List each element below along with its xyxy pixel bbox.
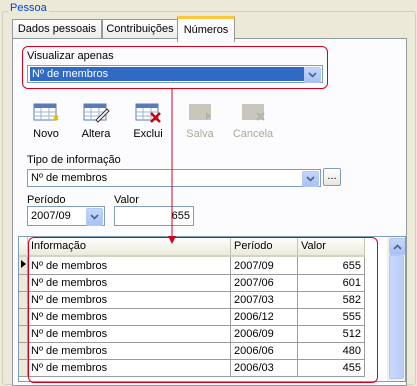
column-header-periodo[interactable]: Período <box>230 237 298 257</box>
tab-contribuicoes[interactable]: Contribuições <box>102 19 178 39</box>
tab-numeros[interactable]: Números <box>177 16 235 42</box>
view-filter-value: Nº de membros <box>30 67 304 81</box>
grid-scrollbar[interactable] <box>387 237 405 381</box>
cell-informacao[interactable]: Nº de membros <box>27 291 231 309</box>
edit-button[interactable]: Altera <box>76 102 116 140</box>
data-grid: Informação Período Valor Nº de membros 20… <box>18 236 406 382</box>
cell-informacao[interactable]: Nº de membros <box>27 256 231 275</box>
scroll-thumb[interactable] <box>389 255 404 379</box>
row-header[interactable] <box>19 274 28 292</box>
table-row[interactable]: Nº de membros 2007/03 582 <box>19 291 365 309</box>
cell-periodo[interactable]: 2006/09 <box>230 325 298 343</box>
view-filter-label: Visualizar apenas <box>27 50 114 62</box>
value-input[interactable]: 655 <box>114 206 194 226</box>
period-value: 2007/09 <box>31 210 71 222</box>
cancel-button[interactable]: Cancela <box>231 102 275 140</box>
highlight-connector-arrow <box>168 88 176 244</box>
group-title: Pessoa <box>8 2 49 14</box>
save-icon <box>186 102 214 124</box>
current-row-arrow-icon <box>21 260 26 268</box>
info-type-browse-button[interactable]: ... <box>323 168 341 186</box>
table-row[interactable]: Nº de membros 2007/06 601 <box>19 274 365 292</box>
cell-periodo[interactable]: 2006/12 <box>230 308 298 326</box>
edit-record-icon <box>82 102 110 124</box>
column-header-valor[interactable]: Valor <box>297 237 365 257</box>
cell-valor[interactable]: 555 <box>297 308 365 326</box>
cell-informacao[interactable]: Nº de membros <box>27 342 231 360</box>
new-button-label: Novo <box>33 128 59 140</box>
chevron-down-icon[interactable] <box>304 67 321 83</box>
cell-periodo[interactable]: 2006/06 <box>230 342 298 360</box>
table-row[interactable]: Nº de membros 2006/09 512 <box>19 325 365 343</box>
new-button[interactable]: Novo <box>26 102 66 140</box>
period-select[interactable]: 2007/09 <box>27 206 105 226</box>
row-header[interactable] <box>19 359 28 377</box>
cancel-icon <box>239 102 267 124</box>
chevron-down-icon[interactable] <box>86 208 103 226</box>
new-record-icon <box>32 102 60 124</box>
cancel-button-label: Cancela <box>232 128 274 140</box>
chevron-down-icon[interactable] <box>302 171 319 187</box>
cell-informacao[interactable]: Nº de membros <box>27 325 231 343</box>
table-row[interactable]: Nº de membros 2006/03 455 <box>19 359 365 377</box>
delete-button[interactable]: Exclui <box>128 102 168 140</box>
table-row[interactable]: Nº de membros 2006/12 555 <box>19 308 365 326</box>
cell-periodo[interactable]: 2007/03 <box>230 291 298 309</box>
save-button[interactable]: Salva <box>180 102 220 140</box>
cell-informacao[interactable]: Nº de membros <box>27 274 231 292</box>
row-header[interactable] <box>19 291 28 309</box>
delete-record-icon <box>134 102 162 124</box>
scroll-up-icon[interactable] <box>389 238 405 255</box>
cell-valor[interactable]: 480 <box>297 342 365 360</box>
delete-button-label: Exclui <box>133 128 163 140</box>
save-button-label: Salva <box>186 128 214 140</box>
column-header-informacao[interactable]: Informação <box>27 237 231 257</box>
edit-button-label: Altera <box>81 128 111 140</box>
table-row[interactable]: Nº de membros 2007/09 655 <box>19 256 365 275</box>
cell-informacao[interactable]: Nº de membros <box>27 308 231 326</box>
info-type-label: Tipo de informação <box>27 154 121 166</box>
row-header[interactable] <box>19 308 28 326</box>
info-type-value: Nº de membros <box>31 172 108 184</box>
table-row[interactable]: Nº de membros 2006/06 480 <box>19 342 365 360</box>
row-header-corner <box>19 237 28 257</box>
cell-periodo[interactable]: 2007/06 <box>230 274 298 292</box>
cell-valor[interactable]: 512 <box>297 325 365 343</box>
cell-valor[interactable]: 582 <box>297 291 365 309</box>
cell-valor[interactable]: 655 <box>297 256 365 275</box>
cell-informacao[interactable]: Nº de membros <box>27 359 231 377</box>
cell-valor[interactable]: 601 <box>297 274 365 292</box>
value-label: Valor <box>114 194 139 206</box>
tab-dados-pessoais[interactable]: Dados pessoais <box>12 19 102 39</box>
row-header[interactable] <box>19 342 28 360</box>
table-header-row: Informação Período Valor <box>19 237 365 257</box>
cell-periodo[interactable]: 2006/03 <box>230 359 298 377</box>
data-table: Informação Período Valor Nº de membros 20… <box>19 237 365 377</box>
row-header[interactable] <box>19 325 28 343</box>
period-label: Período <box>27 194 66 206</box>
cell-valor[interactable]: 455 <box>297 359 365 377</box>
current-row-indicator[interactable] <box>19 256 28 275</box>
cell-periodo[interactable]: 2007/09 <box>230 256 298 275</box>
view-filter-select[interactable]: Nº de membros <box>27 65 323 83</box>
